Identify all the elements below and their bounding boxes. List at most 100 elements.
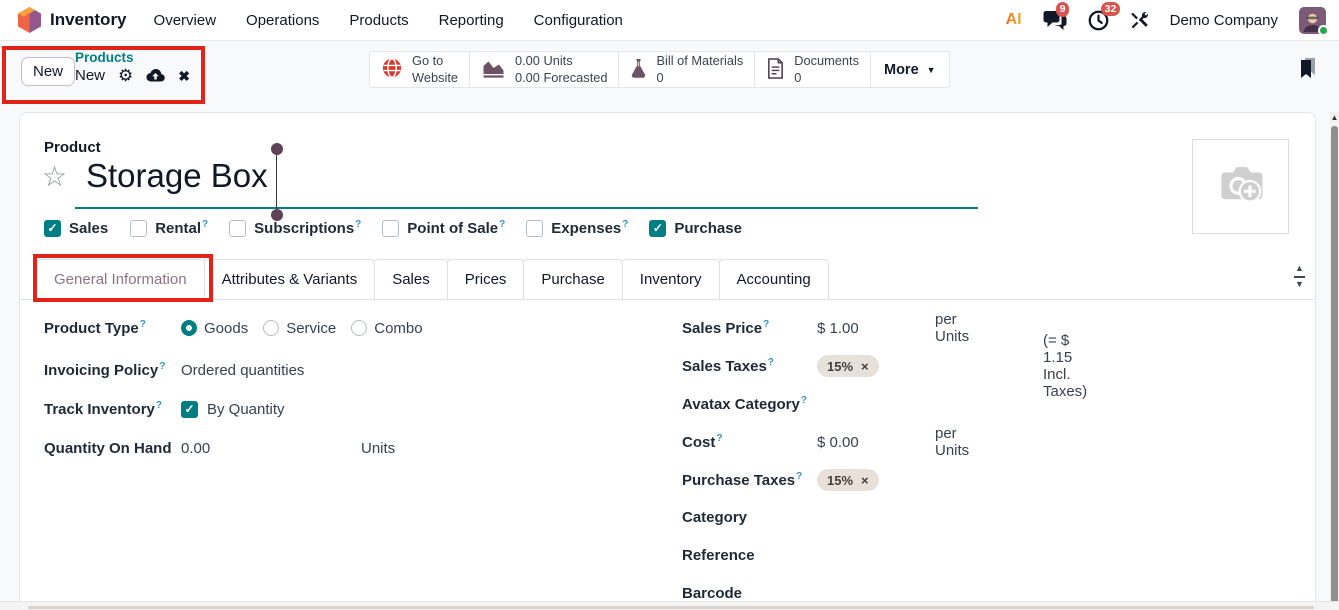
radio-combo[interactable]: Combo bbox=[351, 320, 422, 337]
horizontal-scrollbar-thumb[interactable] bbox=[28, 606, 1314, 609]
purchase-tax-tag[interactable]: 15% × bbox=[817, 469, 879, 491]
tab-general-information[interactable]: General Information bbox=[36, 259, 205, 300]
point-of-sale-checkbox[interactable] bbox=[382, 220, 399, 237]
help-icon: ? bbox=[622, 219, 628, 230]
subscriptions-checkbox[interactable] bbox=[229, 220, 246, 237]
globe-icon bbox=[381, 57, 403, 82]
goto-website-button[interactable]: Go to Website bbox=[369, 51, 470, 88]
horizontal-scrollbar[interactable] bbox=[0, 601, 1339, 610]
sales-checkbox[interactable]: ✓ bbox=[44, 220, 61, 237]
app-name[interactable]: Inventory bbox=[50, 10, 127, 30]
sales-price-per-uom: per Units bbox=[935, 311, 969, 345]
help-icon: ? bbox=[716, 433, 722, 444]
field-category: Category bbox=[682, 506, 817, 528]
track-inventory-mode[interactable]: By Quantity bbox=[207, 401, 285, 418]
toggle-subscriptions[interactable]: Subscriptions? bbox=[229, 219, 361, 237]
bookmark-icon[interactable] bbox=[1298, 57, 1317, 84]
odoo-inventory-screen: Inventory Overview Operations Products R… bbox=[0, 0, 1339, 610]
help-icon: ? bbox=[801, 395, 807, 406]
invoicing-policy-select[interactable]: Ordered quantities bbox=[181, 362, 304, 379]
discard-icon[interactable]: ✖ bbox=[178, 69, 190, 83]
cost-per-uom: per Units bbox=[935, 425, 969, 459]
checkmark-icon: ✓ bbox=[47, 221, 57, 235]
remove-tag-icon[interactable]: × bbox=[861, 473, 869, 488]
units-forecasted-button[interactable]: 0.00 Units 0.00 Forecasted bbox=[469, 51, 619, 88]
sales-price-input[interactable]: $ 1.00 bbox=[817, 320, 935, 337]
help-icon: ? bbox=[355, 219, 361, 230]
breadcrumb-products-link[interactable]: Products bbox=[75, 50, 190, 65]
scroll-up-icon: ▲ bbox=[1295, 264, 1304, 274]
top-navbar: Inventory Overview Operations Products R… bbox=[0, 0, 1339, 41]
favorite-star-icon[interactable]: ☆ bbox=[42, 163, 67, 191]
tools-icon[interactable] bbox=[1130, 11, 1149, 30]
menu-configuration[interactable]: Configuration bbox=[534, 12, 623, 29]
toggle-purchase[interactable]: ✓ Purchase bbox=[649, 219, 743, 237]
tab-attributes-variants[interactable]: Attributes & Variants bbox=[204, 259, 376, 300]
save-cloud-icon[interactable] bbox=[146, 68, 165, 83]
new-button[interactable]: New bbox=[21, 57, 75, 86]
vertical-scrollbar[interactable]: ▲ bbox=[1330, 112, 1339, 610]
help-icon: ? bbox=[499, 219, 505, 230]
remove-tag-icon[interactable]: × bbox=[861, 359, 869, 374]
documents-button[interactable]: Documents 0 bbox=[754, 51, 871, 88]
toggle-point-of-sale[interactable]: Point of Sale? bbox=[382, 219, 505, 237]
activities-clock-icon[interactable]: 32 bbox=[1088, 10, 1109, 31]
quantity-uom[interactable]: Units bbox=[361, 440, 395, 457]
field-invoicing-policy: Invoicing Policy? Ordered quantities bbox=[44, 359, 304, 381]
menu-products[interactable]: Products bbox=[349, 12, 408, 29]
toggle-expenses[interactable]: Expenses? bbox=[526, 219, 628, 237]
messages-icon[interactable]: 9 bbox=[1043, 10, 1067, 30]
selection-handle-top[interactable] bbox=[271, 143, 283, 155]
ai-button[interactable]: AI bbox=[1006, 11, 1022, 29]
help-icon: ? bbox=[796, 471, 802, 482]
company-switcher[interactable]: Demo Company bbox=[1170, 12, 1278, 29]
help-icon: ? bbox=[159, 361, 165, 372]
area-chart-icon bbox=[481, 58, 506, 82]
user-avatar[interactable] bbox=[1299, 7, 1326, 34]
help-icon: ? bbox=[763, 319, 769, 330]
quantity-on-hand-value[interactable]: 0.00 bbox=[181, 440, 210, 457]
field-sales-taxes: Sales Taxes? 15% × (= $ 1.15 Incl. Taxes… bbox=[682, 355, 879, 377]
toggle-sales[interactable]: ✓ Sales bbox=[44, 219, 109, 237]
menu-overview[interactable]: Overview bbox=[154, 12, 217, 29]
sales-tax-tag[interactable]: 15% × bbox=[817, 355, 879, 377]
tab-inventory[interactable]: Inventory bbox=[622, 259, 720, 300]
field-sales-price: Sales Price? $ 1.00 per Units bbox=[682, 317, 935, 339]
help-icon: ? bbox=[156, 400, 162, 411]
text-cursor bbox=[276, 153, 277, 211]
tab-accounting[interactable]: Accounting bbox=[719, 259, 829, 300]
stat-button-box: Go to Website 0.00 Units 0.00 Forecasted bbox=[369, 51, 949, 88]
bill-of-materials-button[interactable]: Bill of Materials 0 bbox=[618, 51, 755, 88]
field-avatax-category: Avatax Category? bbox=[682, 393, 817, 415]
vertical-scrollbar-thumb[interactable] bbox=[1331, 126, 1338, 608]
product-image-upload[interactable] bbox=[1192, 139, 1289, 234]
more-dropdown-button[interactable]: More ▼ bbox=[870, 51, 950, 88]
scrollbar-up-arrow[interactable]: ▲ bbox=[1330, 113, 1339, 122]
chevron-down-icon: ▼ bbox=[927, 65, 936, 75]
notebook-tabstrip: General Information Attributes & Variant… bbox=[20, 259, 1315, 300]
field-reference: Reference bbox=[682, 544, 817, 566]
document-icon bbox=[766, 58, 785, 82]
tab-purchase[interactable]: Purchase bbox=[523, 259, 622, 300]
radio-goods[interactable]: Goods bbox=[181, 320, 248, 337]
flask-icon bbox=[630, 58, 647, 82]
actions-gear-icon[interactable]: ⚙ bbox=[118, 67, 133, 84]
menu-reporting[interactable]: Reporting bbox=[439, 12, 504, 29]
toggle-rental[interactable]: Rental? bbox=[130, 219, 208, 237]
scroll-down-icon: ▼ bbox=[1295, 280, 1304, 290]
track-inventory-checkbox[interactable]: ✓ bbox=[181, 401, 198, 418]
notebook-pager[interactable]: ▲ ▼ bbox=[1294, 264, 1305, 290]
radio-service[interactable]: Service bbox=[263, 320, 336, 337]
menu-operations[interactable]: Operations bbox=[246, 12, 319, 29]
purchase-checkbox[interactable]: ✓ bbox=[649, 220, 666, 237]
navbar-systray: AI 9 32 Demo Company bbox=[1006, 7, 1326, 34]
rental-checkbox[interactable] bbox=[130, 220, 147, 237]
field-cost: Cost? $ 0.00 per Units bbox=[682, 431, 935, 453]
product-name-input[interactable]: Storage Box bbox=[86, 157, 268, 195]
inventory-app-icon[interactable] bbox=[18, 7, 41, 33]
tab-sales[interactable]: Sales bbox=[374, 259, 448, 300]
expenses-checkbox[interactable] bbox=[526, 220, 543, 237]
breadcrumb-current: New bbox=[75, 67, 105, 84]
tab-prices[interactable]: Prices bbox=[447, 259, 525, 300]
cost-input[interactable]: $ 0.00 bbox=[817, 434, 935, 451]
